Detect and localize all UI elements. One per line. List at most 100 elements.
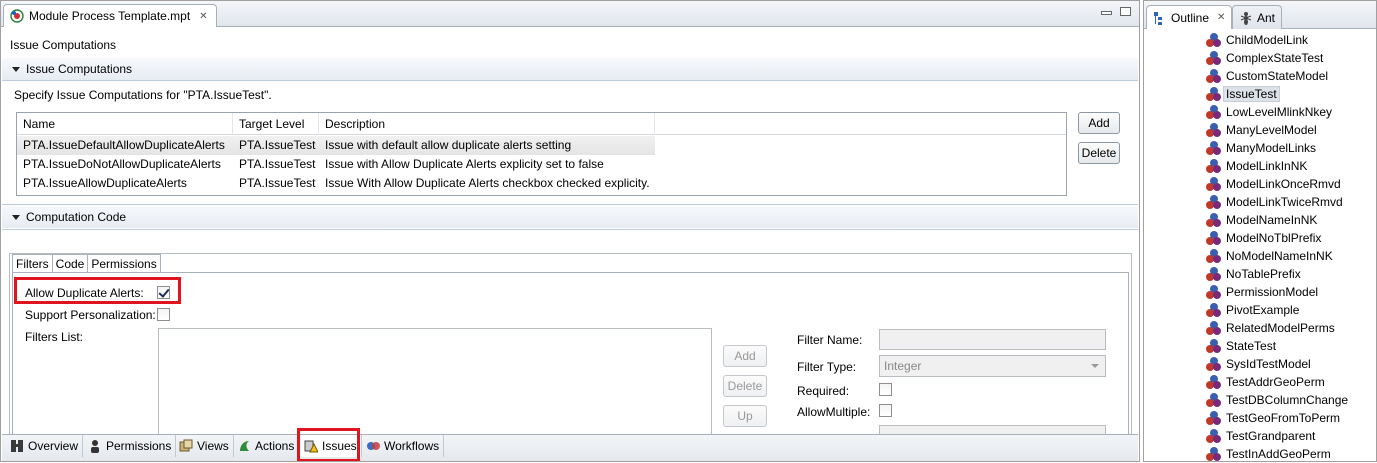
outline-item[interactable]: TestAddrGeoPerm [1206, 373, 1325, 391]
outline-item[interactable]: ModelLinkInNK [1206, 157, 1307, 175]
outline-item[interactable]: ModelNameInNK [1206, 211, 1317, 229]
model-icon [1206, 249, 1222, 263]
outline-item[interactable]: ChildModelLink [1206, 31, 1308, 49]
column-header-description[interactable]: Description [319, 113, 655, 135]
issue-computations-table[interactable]: Name Target Level Description PTA.IssueD… [16, 112, 1067, 196]
outline-item[interactable]: ModelLinkOnceRmvd [1206, 175, 1341, 193]
collapse-triangle-icon[interactable] [12, 214, 20, 220]
delete-issue-button[interactable]: Delete [1078, 142, 1120, 164]
computation-code-section-header[interactable]: Computation Code [2, 206, 1138, 228]
tab-overview[interactable]: Overview [6, 435, 84, 457]
allow-duplicate-checkbox[interactable] [157, 286, 170, 299]
editor-tab[interactable]: Module Process Template.mpt ✕ [3, 4, 217, 27]
cell-name: PTA.IssueAllowDuplicateAlerts [23, 176, 187, 190]
tab-label: Actions [255, 439, 295, 453]
cell-description: Issue with default allow duplicate alert… [325, 138, 572, 152]
tab-permissions[interactable]: Permissions [87, 254, 161, 273]
filters-list[interactable] [158, 328, 712, 443]
model-icon [1206, 51, 1222, 65]
outline-item[interactable]: StateTest [1206, 337, 1276, 355]
issue-computations-section-header[interactable]: Issue Computations [2, 58, 1138, 80]
outline-item[interactable]: CustomStateModel [1206, 67, 1328, 85]
close-tab-icon[interactable]: ✕ [199, 11, 207, 22]
minimize-button[interactable] [1101, 11, 1112, 15]
model-icon [1206, 267, 1222, 281]
outline-tree: ChildModelLink ComplexStateTest CustomStat… [1144, 31, 1376, 461]
table-row[interactable]: PTA.IssueDefaultAllowDuplicateAlerts PTA… [17, 136, 1066, 155]
outline-item-label: ModelNoTblPrefix [1226, 231, 1322, 245]
filter-delete-button[interactable]: Delete [723, 375, 767, 397]
model-icon [1206, 33, 1222, 47]
model-icon [1206, 87, 1222, 101]
filter-type-select[interactable]: Integer [879, 355, 1106, 377]
module-file-icon [10, 9, 24, 23]
actions-icon [237, 439, 251, 453]
outline-item[interactable]: ModelLinkTwiceRmvd [1206, 193, 1343, 211]
filter-name-field[interactable] [879, 329, 1106, 350]
workflows-icon [366, 439, 380, 453]
model-icon [1206, 393, 1222, 407]
outline-item[interactable]: TestInAddGeoPerm [1206, 445, 1331, 463]
model-icon [1206, 303, 1222, 317]
outline-item-label: ModelLinkTwiceRmvd [1226, 195, 1343, 209]
section-title: Issue Computations [26, 62, 133, 76]
outline-item[interactable]: TestGrandparent [1206, 427, 1315, 445]
allow-multiple-checkbox[interactable] [879, 404, 892, 417]
tab-code[interactable]: Code [51, 254, 89, 273]
tab-outline[interactable]: Outline ✕ [1146, 5, 1233, 29]
section-title: Computation Code [26, 210, 127, 224]
filter-up-button[interactable]: Up [723, 405, 767, 427]
model-icon [1206, 375, 1222, 389]
tab-actions[interactable]: Actions [233, 435, 300, 457]
outline-item[interactable]: PermissionModel [1206, 283, 1318, 301]
outline-item[interactable]: TestDBColumnChange [1206, 391, 1348, 409]
support-personalization-label: Support Personalization: [25, 308, 156, 322]
tab-label: Ant [1257, 10, 1276, 25]
required-checkbox[interactable] [879, 383, 892, 396]
tab-views[interactable]: Views [175, 435, 234, 457]
tab-permissions[interactable]: Permissions [84, 435, 177, 457]
filter-type-label: Filter Type: [797, 360, 857, 374]
collapse-triangle-icon[interactable] [12, 66, 20, 72]
close-tab-icon[interactable]: ✕ [1217, 12, 1225, 23]
editor-tab-title: Module Process Template.mpt [29, 9, 191, 23]
outline-item[interactable]: PivotExample [1206, 301, 1299, 319]
editor-pane: Module Process Template.mpt ✕ Issue Comp… [0, 0, 1140, 462]
outline-item-label: LowLevelMlinkNkey [1226, 105, 1333, 119]
outline-item[interactable]: TestGeoFromToPerm [1206, 409, 1340, 427]
outline-item[interactable]: IssueTest [1206, 85, 1280, 103]
computation-code-pane: Filters Code Permissions Allow Duplicate… [9, 253, 1132, 443]
cell-description: Issue With Allow Duplicate Alerts checkb… [325, 176, 650, 190]
outline-item[interactable]: ManyLevelModel [1206, 121, 1317, 139]
maximize-button[interactable] [1120, 7, 1131, 16]
support-personalization-checkbox[interactable] [157, 308, 170, 321]
outline-item-label: ComplexStateTest [1226, 51, 1324, 65]
model-icon [1206, 357, 1222, 371]
outline-item-label: SysIdTestModel [1226, 357, 1311, 371]
outline-item[interactable]: SysIdTestModel [1206, 355, 1311, 373]
model-icon [1206, 195, 1222, 209]
outline-item[interactable]: ModelNoTblPrefix [1206, 229, 1321, 247]
outline-item-label: RelatedModelPerms [1226, 321, 1335, 335]
model-icon [1206, 429, 1222, 443]
table-row[interactable]: PTA.IssueAllowDuplicateAlerts PTA.IssueT… [17, 174, 1066, 193]
outline-item[interactable]: ManyModelLinks [1206, 139, 1316, 157]
table-row[interactable]: PTA.IssueDoNotAllowDuplicateAlerts PTA.I… [17, 155, 1066, 174]
outline-item[interactable]: ComplexStateTest [1206, 49, 1323, 67]
model-icon [1206, 321, 1222, 335]
outline-item[interactable]: RelatedModelPerms [1206, 319, 1335, 337]
column-header-name[interactable]: Name [17, 113, 233, 135]
table-header: Name Target Level Description [17, 113, 1066, 135]
tab-workflows[interactable]: Workflows [362, 435, 445, 457]
filter-add-button[interactable]: Add [723, 345, 767, 367]
outline-item-label: ManyLevelModel [1226, 123, 1317, 137]
outline-item[interactable]: NoModelNameInNK [1206, 247, 1333, 265]
outline-icon [1153, 11, 1167, 25]
outline-item[interactable]: NoTablePrefix [1206, 265, 1301, 283]
add-issue-button[interactable]: Add [1078, 112, 1120, 134]
outline-item-label: PermissionModel [1226, 285, 1319, 299]
tab-filters[interactable]: Filters [12, 254, 53, 273]
outline-item[interactable]: LowLevelMlinkNkey [1206, 103, 1332, 121]
column-header-target-level[interactable]: Target Level [233, 113, 319, 135]
tab-ant[interactable]: Ant [1232, 5, 1283, 29]
